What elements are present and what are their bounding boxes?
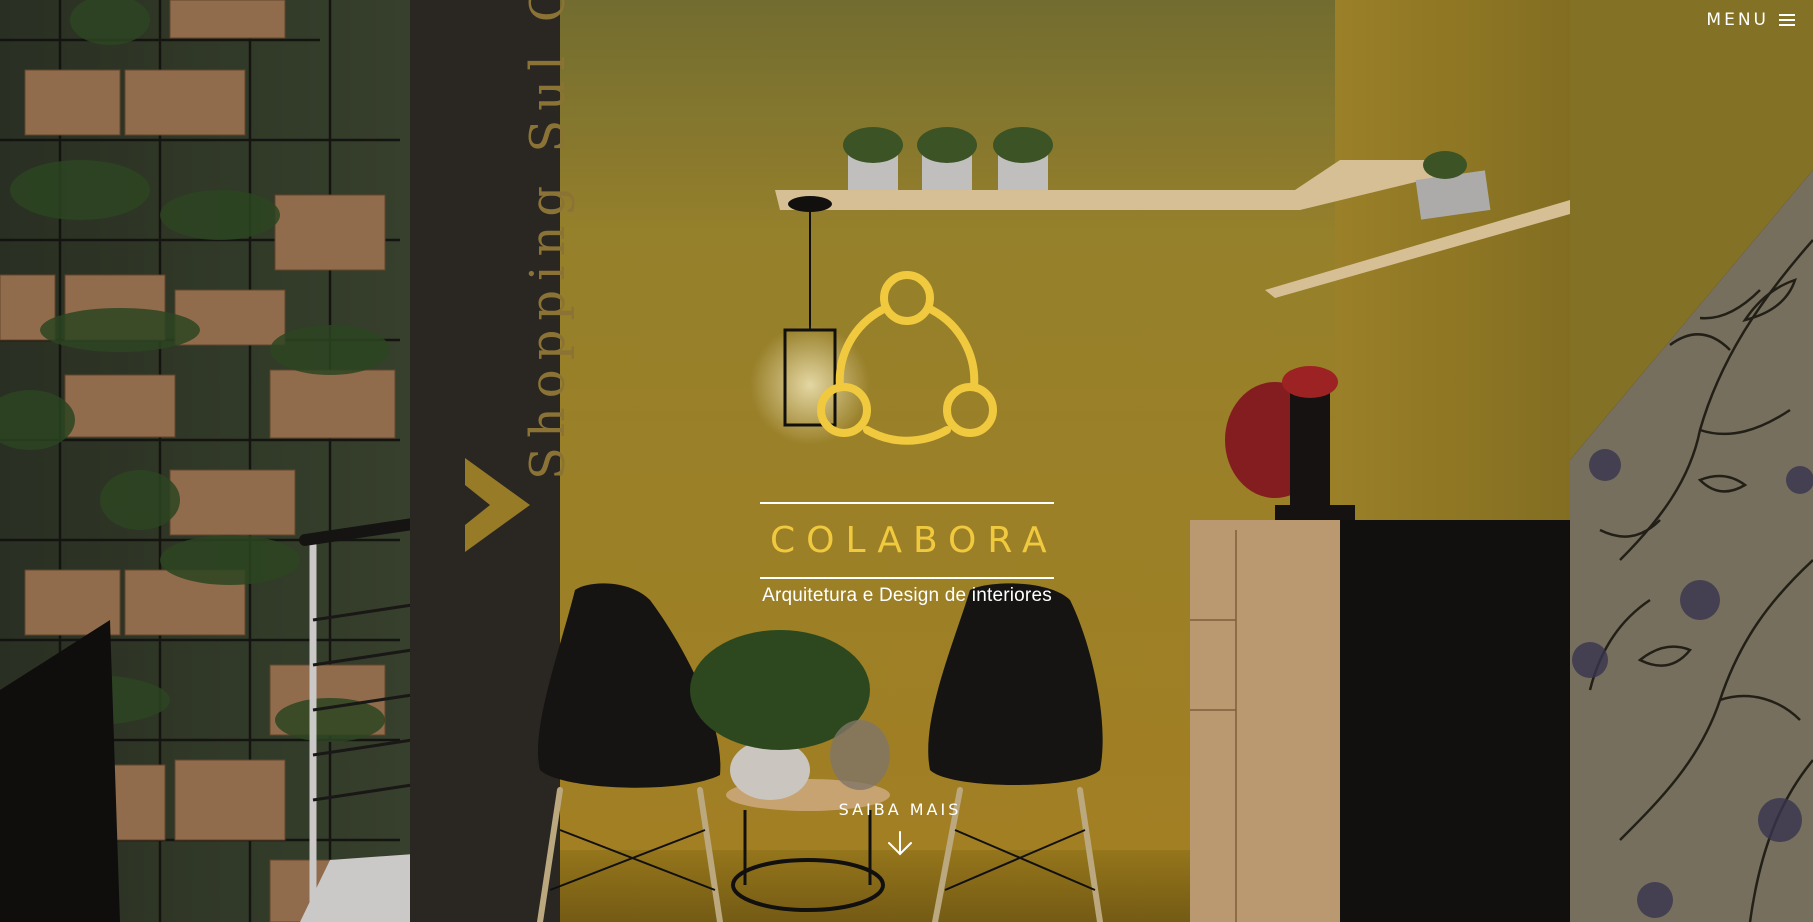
menu-button[interactable]: MENU bbox=[1702, 8, 1799, 32]
arrow-down-icon bbox=[888, 831, 912, 856]
menu-label: MENU bbox=[1706, 10, 1769, 30]
brand-name: COLABORA bbox=[770, 520, 1058, 561]
hamburger-icon bbox=[1779, 13, 1795, 27]
saiba-mais-button[interactable]: SAIBA MAIS bbox=[800, 800, 1000, 857]
brand-block: COLABORA Arquitetura e Design de interio… bbox=[760, 265, 1054, 607]
colabora-logo-icon bbox=[817, 271, 997, 445]
brand-divider-top bbox=[760, 502, 1054, 504]
storefront-sign-text: Shopping Sul Cow bbox=[520, 0, 576, 480]
hero-section: Shopping Sul Cow MENU COLABORA Arquitetu… bbox=[0, 0, 1813, 922]
cta-label: SAIBA MAIS bbox=[838, 800, 962, 819]
brand-divider-bottom bbox=[760, 577, 1054, 579]
brand-tagline: Arquitetura e Design de interiores bbox=[762, 585, 1052, 606]
